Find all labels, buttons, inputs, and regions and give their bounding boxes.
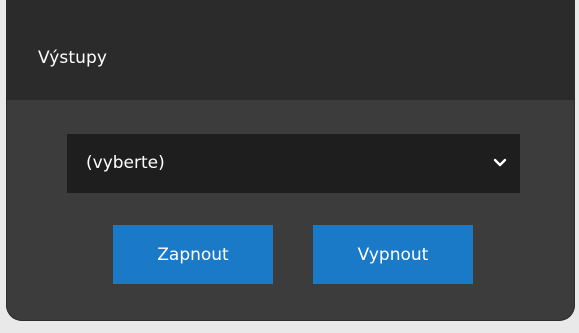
turn-on-button[interactable]: Zapnout	[113, 225, 273, 284]
page: Výstupy (vyberte) Zapnout Vypnout	[0, 0, 579, 333]
select-value: (vyberte)	[86, 153, 165, 173]
chevron-down-icon	[493, 158, 507, 167]
output-select[interactable]: (vyberte)	[67, 134, 520, 193]
turn-off-button[interactable]: Vypnout	[313, 225, 473, 284]
panel-header: Výstupy	[6, 0, 575, 100]
panel-title: Výstupy	[38, 48, 108, 68]
outputs-panel: Výstupy (vyberte) Zapnout Vypnout	[6, 0, 575, 321]
